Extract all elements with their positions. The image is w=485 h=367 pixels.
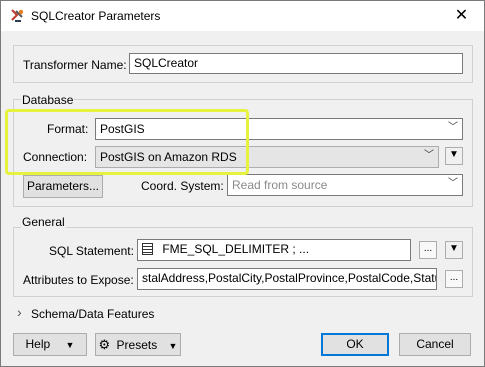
ok-button[interactable]: OK [321, 333, 389, 356]
help-label: Help [25, 337, 51, 351]
connection-menu-button[interactable]: ▼ [445, 147, 463, 165]
format-label: Format: [47, 122, 89, 136]
dialog-window: SQLCreator Parameters ✕ Transformer Name… [0, 0, 485, 367]
close-icon[interactable]: ✕ [439, 1, 484, 31]
connection-select[interactable]: PostGIS on Amazon RDS ﹀ [95, 146, 439, 168]
sql-statement-field[interactable]: FME_SQL_DELIMITER ; ... [137, 239, 411, 261]
coord-system-label: Coord. System: [141, 179, 224, 193]
chevron-down-icon: ﹀ [448, 178, 458, 189]
sql-statement-label: SQL Statement: [49, 244, 134, 258]
presets-label: Presets [116, 338, 158, 352]
coord-system-placeholder: Read from source [232, 178, 328, 192]
triangle-down-icon: ▼ [449, 243, 459, 254]
title-bar: SQLCreator Parameters ✕ [1, 1, 484, 31]
triangle-down-icon: ▼ [65, 340, 75, 350]
sql-creator-icon [9, 8, 25, 24]
database-group-title: Database [21, 93, 75, 107]
help-button[interactable]: Help ▼ [13, 333, 87, 356]
window-title: SQLCreator Parameters [31, 9, 161, 23]
general-group-title: General [21, 215, 66, 229]
sql-menu-button[interactable]: ▼ [445, 241, 463, 259]
format-value: PostGIS [100, 122, 145, 136]
coord-system-select[interactable]: Read from source ﹀ [227, 174, 463, 196]
transformer-name-input[interactable]: SQLCreator [129, 53, 463, 74]
transformer-name-label: Transformer Name: [23, 58, 127, 72]
parameters-button[interactable]: Parameters... [23, 175, 103, 198]
attributes-label: Attributes to Expose: [23, 273, 134, 287]
attributes-field[interactable]: stalAddress,PostalCity,PostalProvince,Po… [137, 268, 437, 290]
gear-icon: ⚙ [98, 337, 111, 352]
sql-ellipsis-button[interactable]: ... [419, 241, 437, 259]
triangle-down-icon: ▼ [168, 341, 178, 351]
chevron-down-icon: ﹀ [424, 150, 434, 161]
presets-button[interactable]: ⚙ Presets ▼ [95, 333, 181, 356]
chevron-right-icon[interactable]: › [17, 304, 22, 320]
sql-text-icon [142, 243, 153, 255]
format-select[interactable]: PostGIS ﹀ [95, 118, 463, 140]
attributes-ellipsis-button[interactable]: ... [445, 270, 463, 288]
chevron-down-icon: ﹀ [448, 122, 458, 133]
cancel-button[interactable]: Cancel [399, 333, 471, 356]
schema-data-features-label[interactable]: Schema/Data Features [31, 307, 154, 321]
triangle-down-icon: ▼ [449, 149, 459, 160]
sql-statement-value: FME_SQL_DELIMITER ; ... [162, 242, 310, 256]
connection-label: Connection: [23, 150, 88, 164]
connection-value: PostGIS on Amazon RDS [100, 150, 237, 164]
